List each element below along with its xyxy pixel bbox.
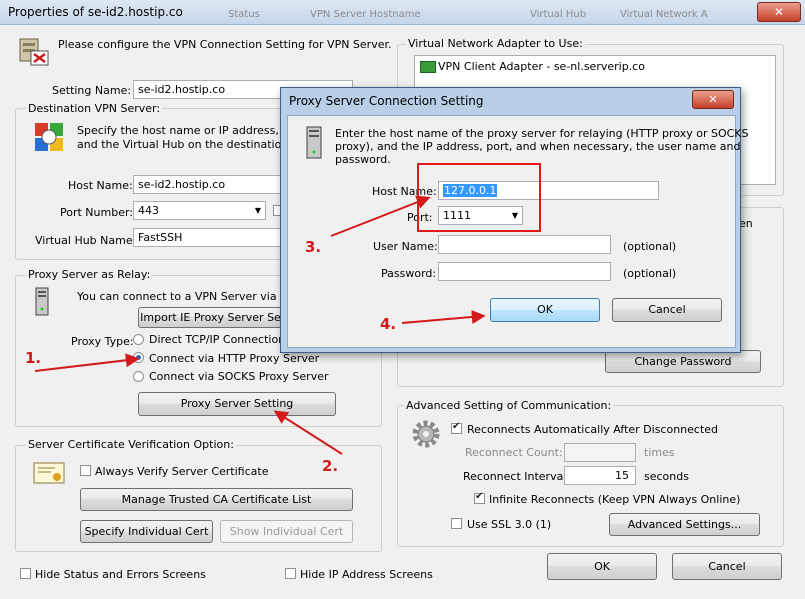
arrow-step3: [330, 195, 431, 237]
arrow-step4: [401, 309, 486, 324]
arrow-step1: [34, 353, 140, 372]
arrow-step2: [273, 410, 343, 455]
step4-label: 4.: [380, 315, 397, 333]
step2-label: 2.: [322, 457, 339, 475]
step1-label: 1.: [25, 349, 42, 367]
step3-label: 3.: [305, 238, 322, 256]
annotation-arrows: [34, 195, 486, 455]
